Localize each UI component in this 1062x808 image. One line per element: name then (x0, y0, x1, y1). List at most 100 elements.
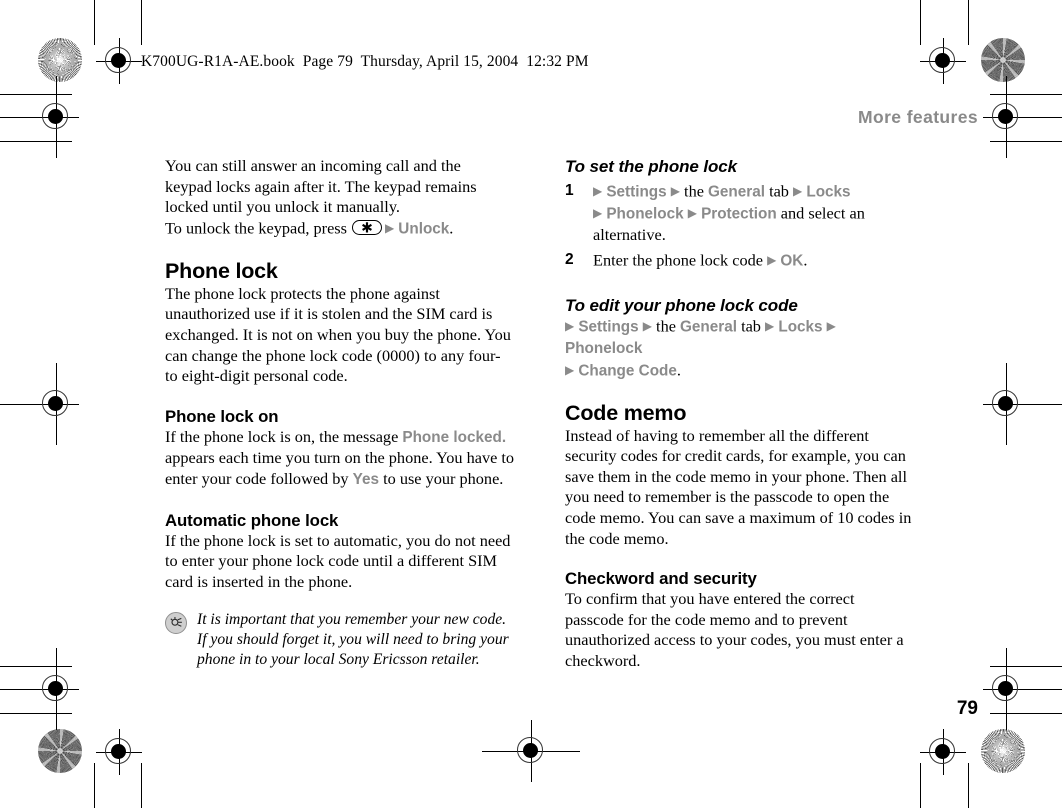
crop-line-right-top-horizontal (990, 94, 1062, 96)
phone-lock-on-body: If the phone lock is on, the message Pho… (165, 427, 517, 491)
heading-phone-lock-on: Phone lock on (165, 406, 279, 426)
registration-target-right-middle (983, 363, 1062, 445)
crop-line-right-top-horizontal-inner (990, 141, 1062, 143)
registration-target-left-upper (0, 76, 79, 158)
heading-phone-lock: Phone lock (165, 258, 278, 283)
tip-bulb-glyph (170, 617, 182, 628)
crop-line-left-top-horizontal (0, 94, 72, 96)
step-2: 2 Enter the phone lock code ▶ OK. (565, 250, 917, 272)
intro-paragraph: You can still answer an incoming call an… (165, 156, 517, 240)
step-1-menu-locks: Locks (806, 183, 851, 201)
tip-line-3: phone in to your local Sony Ericsson ret… (197, 651, 480, 669)
crop-line-top-left-vertical (94, 0, 96, 45)
code-memo-body: Instead of having to remember all the di… (565, 425, 912, 548)
menu-item-unlock: Unlock (398, 220, 450, 238)
heading-checkword-and-security: Checkword and security (565, 569, 757, 589)
step-1-number: 1 (565, 182, 574, 199)
step-2-text: Enter the phone lock code (593, 250, 763, 270)
left-column: You can still answer an incoming call an… (165, 156, 517, 670)
crop-line-left-bottom-horizontal-inner (0, 666, 72, 668)
crop-line-bottom-left-vertical-inner (141, 763, 143, 808)
crop-line-bottom-right-vertical-inner (920, 763, 922, 808)
tip-line-1: It is important that you remember your n… (197, 611, 507, 629)
step-2-number: 2 (565, 250, 574, 268)
heading-automatic-phone-lock: Automatic phone lock (165, 510, 339, 530)
tip-note-text: It is important that you remember your n… (197, 610, 517, 670)
phone-lock-on-text-a: If the phone lock is on, the message (165, 426, 399, 446)
edit-connector-the: the (656, 316, 676, 336)
step-1-connector-tab: tab (769, 181, 789, 201)
edit-arrow-3-icon: ▶ (765, 318, 775, 333)
crop-line-bottom-right-vertical (968, 763, 970, 808)
phone-lock-on-text-c: to use your phone. (383, 469, 504, 489)
phone-lock-body: The phone lock protects the phone agains… (165, 283, 511, 386)
crop-line-left-top-horizontal-inner (0, 141, 72, 143)
registration-target-left-lower (0, 648, 79, 730)
edit-connector-tab: tab (741, 316, 761, 336)
crop-line-right-bottom-horizontal (990, 713, 1062, 715)
right-column: To set the phone lock 1 ▶ Settings ▶ the… (565, 156, 917, 672)
automatic-phone-lock-body: If the phone lock is set to automatic, y… (165, 530, 511, 591)
step-1-menu-settings: Settings (606, 183, 667, 201)
registration-target-right-lower (983, 648, 1062, 730)
heading-to-set-the-phone-lock: To set the phone lock (565, 157, 738, 176)
edit-menu-locks: Locks (778, 318, 823, 336)
registration-rosette-bottom-left (38, 729, 82, 773)
page-number: 79 (956, 698, 978, 719)
step-2-period: . (803, 250, 808, 270)
crop-line-right-bottom-horizontal-inner (990, 666, 1062, 668)
edit-menu-phonelock: Phonelock (565, 339, 643, 357)
step-1-menu-phonelock: Phonelock (606, 205, 684, 223)
edit-menu-settings: Settings (578, 318, 639, 336)
registration-rosette-top-right (981, 38, 1025, 82)
crop-line-top-right-vertical-inner (920, 0, 922, 45)
step-1-arrow-1-icon: ▶ (593, 184, 603, 198)
registration-target-top-right-inner (920, 38, 966, 84)
registration-rosette-bottom-right (981, 729, 1025, 773)
edit-arrow-5-icon: ▶ (565, 362, 575, 377)
edit-menu-change-code: Change Code (578, 362, 677, 380)
step-2-menu-ok: OK (780, 252, 804, 270)
tip-bulb-icon (165, 612, 187, 635)
ui-message-phone-locked: Phone locked. (402, 428, 507, 446)
registration-target-top-left-inner (96, 38, 142, 84)
asterisk-key-icon: ✱ (351, 219, 382, 236)
step-1-arrow-2-icon: ▶ (670, 184, 680, 198)
running-header-title: More features (858, 107, 978, 127)
intro-period: . (449, 218, 454, 238)
step-1: 1 ▶ Settings ▶ the General tab ▶ Locks ▶… (565, 181, 917, 246)
intro-line-3: locked until you unlock it manually. (165, 197, 400, 217)
menu-arrow-icon: ▶ (384, 220, 395, 235)
asterisk-key-glyph: ✱ (361, 219, 373, 236)
step-1-menu-general: General (708, 183, 765, 201)
crop-line-top-right-vertical (968, 0, 970, 45)
crop-line-left-bottom-horizontal (0, 713, 72, 715)
document-page: K700UG-R1A-AE.book Page 79 Thursday, Apr… (0, 0, 1062, 808)
registration-target-bottom-left-inner (96, 729, 142, 775)
step-2-arrow-icon: ▶ (767, 252, 777, 267)
crop-line-top-left-vertical-inner (141, 0, 143, 45)
registration-target-left-middle (0, 363, 79, 445)
crop-line-bottom-left-vertical (94, 763, 96, 808)
registration-rosette-top-left (38, 38, 82, 82)
ui-button-yes: Yes (352, 471, 380, 489)
checkword-and-security-body: To confirm that you have entered the cor… (565, 589, 904, 670)
edit-arrow-1-icon: ▶ (565, 318, 575, 333)
intro-line-1: You can still answer an incoming call an… (165, 156, 461, 175)
intro-line-2: keypad locks again after it. The keypad … (165, 176, 477, 196)
step-1-arrow-5-icon: ▶ (687, 206, 697, 221)
step-1-arrow-3-icon: ▶ (793, 184, 803, 198)
step-1-arrow-4-icon: ▶ (593, 206, 603, 221)
registration-target-bottom-center (482, 720, 580, 782)
step-1-connector-the: the (684, 181, 704, 201)
edit-arrow-4-icon: ▶ (826, 318, 836, 333)
to-set-the-phone-lock-steps: 1 ▶ Settings ▶ the General tab ▶ Locks ▶… (565, 181, 917, 272)
tip-line-2: If you should forget it, you will need t… (197, 631, 509, 649)
tip-note: It is important that you remember your n… (165, 610, 517, 670)
book-file-stamp: K700UG-R1A-AE.book Page 79 Thursday, Apr… (141, 53, 589, 70)
registration-target-right-upper (983, 76, 1062, 158)
step-1-menu-protection: Protection (701, 205, 777, 223)
heading-code-memo: Code memo (565, 400, 687, 425)
edit-arrow-2-icon: ▶ (642, 318, 652, 333)
to-edit-your-phone-lock-code-path: ▶ Settings ▶ the General tab ▶ Locks ▶ P… (565, 316, 917, 382)
